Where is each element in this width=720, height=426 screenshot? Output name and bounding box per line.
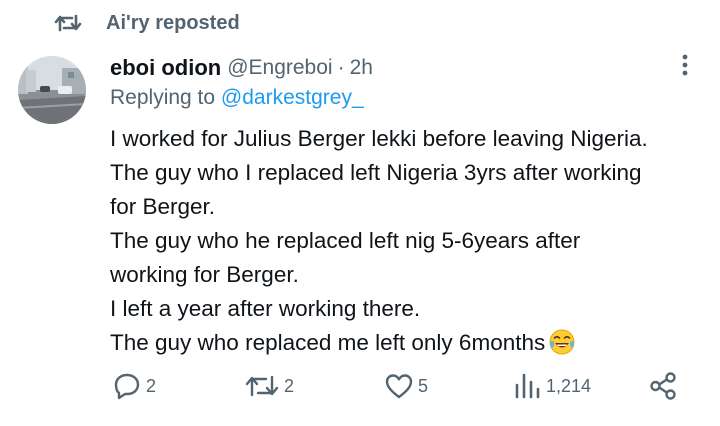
post-text-line: I left a year after working there.: [110, 296, 421, 321]
views-icon: [515, 373, 540, 399]
post-time[interactable]: 2h: [350, 56, 373, 80]
like-button[interactable]: 5: [384, 366, 428, 406]
post-text-line: I worked for Julius Berger lekki before …: [110, 126, 648, 151]
replying-prefix: Replying to: [110, 86, 216, 109]
views-count: 1,214: [546, 375, 592, 396]
heart-icon: [385, 374, 413, 399]
more-options-icon[interactable]: [674, 50, 696, 80]
action-bar: 2 2 5 1,214: [0, 366, 720, 406]
reply-icon: [114, 373, 140, 400]
repost-header: Ai'ry reposted: [54, 10, 240, 36]
post-text-line: The guy who I replaced left Nigeria 3yrs…: [110, 160, 642, 185]
reply-button[interactable]: 2: [112, 366, 156, 406]
views-button[interactable]: 1,214: [512, 366, 591, 406]
like-count: 5: [418, 375, 429, 396]
separator: ·: [337, 56, 345, 79]
post-text-line: working for Berger.: [110, 262, 299, 287]
repost-icon: [54, 14, 82, 32]
post-text-line: for Berger.: [110, 194, 216, 219]
tears-of-joy-emoji-icon: [549, 329, 575, 355]
author-name[interactable]: eboi odion: [110, 55, 221, 81]
avatar[interactable]: [18, 56, 86, 124]
post-text: I worked for Julius Berger lekki before …: [110, 122, 710, 360]
share-button[interactable]: [648, 366, 678, 406]
repost-action-icon: [245, 375, 279, 397]
repost-count: 2: [284, 375, 295, 396]
post-text-line: The guy who replaced me left only 6month…: [110, 330, 546, 355]
replying-handle[interactable]: @darkestgrey_: [221, 86, 364, 109]
author-handle[interactable]: @Engreboi: [227, 56, 332, 80]
share-icon: [650, 372, 676, 400]
repost-label[interactable]: Ai'ry reposted: [106, 12, 240, 35]
replying-to: Replying to @darkestgrey_: [110, 86, 364, 116]
reply-count: 2: [146, 375, 157, 396]
post-text-last-line: The guy who replaced me left only 6month…: [110, 326, 710, 360]
repost-button[interactable]: 2: [244, 366, 294, 406]
post-text-line: The guy who he replaced left nig 5-6year…: [110, 228, 581, 253]
avatar-photo: [18, 56, 86, 124]
post-header: eboi odion @Engreboi · 2h: [110, 52, 373, 84]
